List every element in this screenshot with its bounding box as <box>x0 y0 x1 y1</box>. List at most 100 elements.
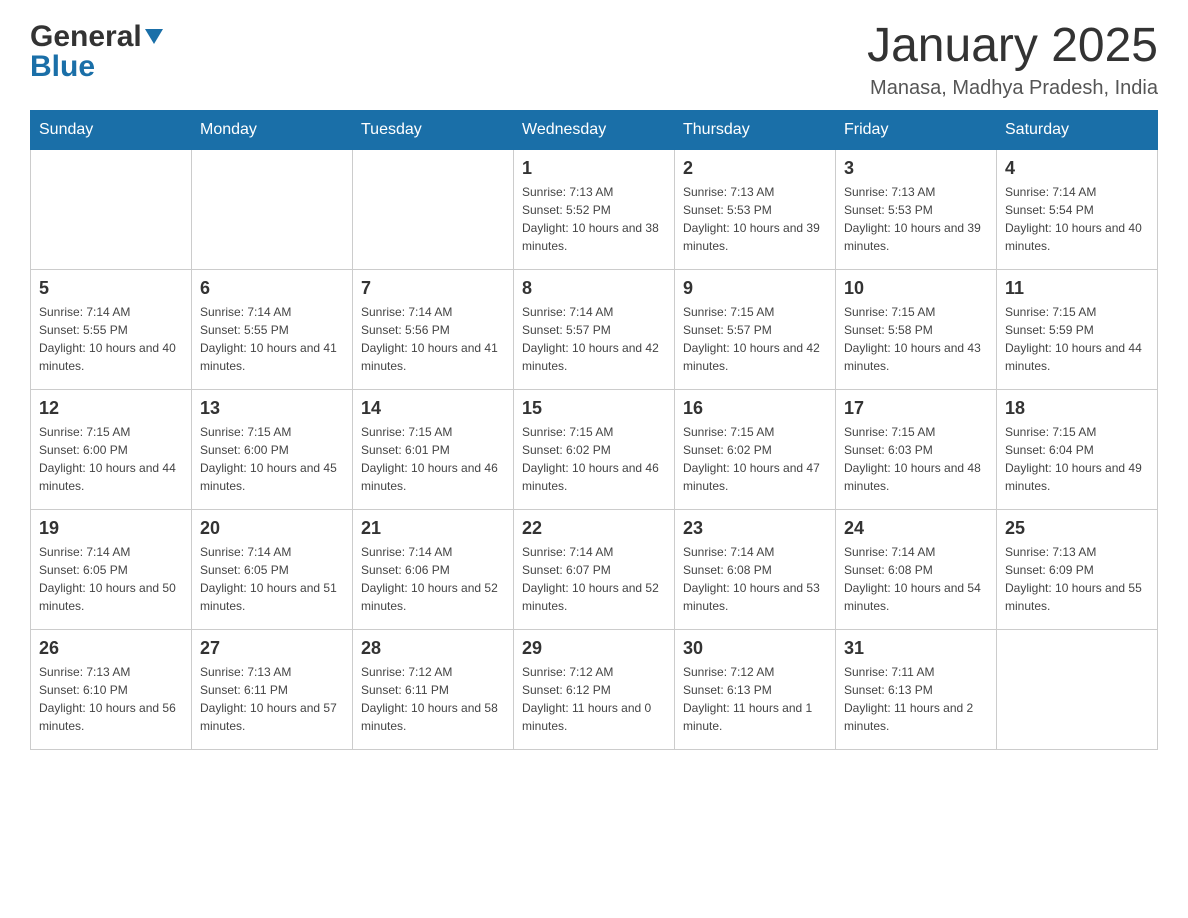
day-number: 15 <box>522 398 666 419</box>
calendar-day-20: 20 Sunrise: 7:14 AMSunset: 6:05 PMDayligh… <box>192 509 353 629</box>
day-info: Sunrise: 7:15 AMSunset: 6:02 PMDaylight:… <box>683 423 827 495</box>
day-number: 26 <box>39 638 183 659</box>
calendar-day-30: 30 Sunrise: 7:12 AMSunset: 6:13 PMDayligh… <box>675 629 836 749</box>
calendar-day-7: 7Sunrise: 7:14 AMSunset: 5:56 PMDaylight… <box>353 269 514 389</box>
day-number: 28 <box>361 638 505 659</box>
calendar-day-21: 21 Sunrise: 7:14 AMSunset: 6:06 PMDayligh… <box>353 509 514 629</box>
day-info: Sunrise: 7:12 AMSunset: 6:12 PMDaylight:… <box>522 663 666 735</box>
calendar-day-12: 12 Sunrise: 7:15 AMSunset: 6:00 PMDayligh… <box>31 389 192 509</box>
day-info: Sunrise: 7:15 AMSunset: 6:00 PMDaylight:… <box>200 423 344 495</box>
day-number: 2 <box>683 158 827 179</box>
calendar-day-6: 6 Sunrise: 7:14 AMSunset: 5:55 PMDaylight… <box>192 269 353 389</box>
month-title: January 2025 <box>867 20 1158 73</box>
empty-cell <box>353 149 514 269</box>
day-info: Sunrise: 7:12 AMSunset: 6:11 PMDaylight:… <box>361 663 505 735</box>
weekday-header-thursday: Thursday <box>675 110 836 149</box>
day-number: 4 <box>1005 158 1149 179</box>
calendar-table: SundayMondayTuesdayWednesdayThursdayFrid… <box>30 110 1158 750</box>
day-number: 11 <box>1005 278 1149 299</box>
empty-cell <box>997 629 1158 749</box>
calendar-day-17: 17 Sunrise: 7:15 AMSunset: 6:03 PMDayligh… <box>836 389 997 509</box>
day-number: 5 <box>39 278 183 299</box>
day-number: 12 <box>39 398 183 419</box>
calendar-day-26: 26Sunrise: 7:13 AMSunset: 6:10 PMDayligh… <box>31 629 192 749</box>
day-info: Sunrise: 7:14 AMSunset: 6:08 PMDaylight:… <box>844 543 988 615</box>
day-number: 20 <box>200 518 344 539</box>
calendar-day-5: 5Sunrise: 7:14 AMSunset: 5:55 PMDaylight… <box>31 269 192 389</box>
calendar-day-31: 31Sunrise: 7:11 AMSunset: 6:13 PMDayligh… <box>836 629 997 749</box>
day-info: Sunrise: 7:14 AMSunset: 5:57 PMDaylight:… <box>522 303 666 375</box>
day-info: Sunrise: 7:14 AMSunset: 5:55 PMDaylight:… <box>200 303 344 375</box>
day-number: 18 <box>1005 398 1149 419</box>
day-number: 30 <box>683 638 827 659</box>
calendar-week-2: 5 Sunrise: 7:14 AMSunset: 5:55 PMDaylight… <box>31 269 1158 389</box>
calendar-week-3: 12 Sunrise: 7:15 AMSunset: 6:00 PMDayligh… <box>31 389 1158 509</box>
calendar-day-18: 18 Sunrise: 7:15 AMSunset: 6:04 PMDayligh… <box>997 389 1158 509</box>
calendar-day-27: 27Sunrise: 7:13 AMSunset: 6:11 PMDayligh… <box>192 629 353 749</box>
day-number: 21 <box>361 518 505 539</box>
weekday-header-sunday: Sunday <box>31 110 192 149</box>
logo-blue-text: Blue <box>30 50 95 84</box>
weekday-header-row: SundayMondayTuesdayWednesdayThursdayFrid… <box>31 110 1158 149</box>
day-info: Sunrise: 7:14 AMSunset: 6:05 PMDaylight:… <box>200 543 344 615</box>
day-number: 8 <box>522 278 666 299</box>
calendar-day-4: 4 Sunrise: 7:14 AMSunset: 5:54 PMDaylight… <box>997 149 1158 269</box>
day-number: 22 <box>522 518 666 539</box>
day-info: Sunrise: 7:12 AMSunset: 6:13 PMDaylight:… <box>683 663 827 735</box>
calendar-day-13: 13 Sunrise: 7:15 AMSunset: 6:00 PMDayligh… <box>192 389 353 509</box>
logo-triangle-icon <box>145 29 163 44</box>
day-info: Sunrise: 7:14 AMSunset: 5:56 PMDaylight:… <box>361 303 505 375</box>
calendar-day-10: 10Sunrise: 7:15 AMSunset: 5:58 PMDayligh… <box>836 269 997 389</box>
empty-cell <box>192 149 353 269</box>
day-number: 17 <box>844 398 988 419</box>
day-number: 31 <box>844 638 988 659</box>
day-number: 14 <box>361 398 505 419</box>
day-number: 13 <box>200 398 344 419</box>
calendar-day-2: 2 Sunrise: 7:13 AMSunset: 5:53 PMDaylight… <box>675 149 836 269</box>
day-number: 3 <box>844 158 988 179</box>
title-section: January 2025 Manasa, Madhya Pradesh, Ind… <box>867 20 1158 100</box>
calendar-day-16: 16 Sunrise: 7:15 AMSunset: 6:02 PMDayligh… <box>675 389 836 509</box>
day-number: 25 <box>1005 518 1149 539</box>
weekday-header-friday: Friday <box>836 110 997 149</box>
logo: General Blue <box>30 20 163 84</box>
day-number: 6 <box>200 278 344 299</box>
day-number: 24 <box>844 518 988 539</box>
day-info: Sunrise: 7:14 AMSunset: 6:06 PMDaylight:… <box>361 543 505 615</box>
calendar-day-23: 23 Sunrise: 7:14 AMSunset: 6:08 PMDayligh… <box>675 509 836 629</box>
calendar-day-8: 8 Sunrise: 7:14 AMSunset: 5:57 PMDaylight… <box>514 269 675 389</box>
calendar-day-29: 29 Sunrise: 7:12 AMSunset: 6:12 PMDayligh… <box>514 629 675 749</box>
day-info: Sunrise: 7:15 AMSunset: 6:03 PMDaylight:… <box>844 423 988 495</box>
logo-general-text: General <box>30 20 142 54</box>
calendar-day-25: 25Sunrise: 7:13 AMSunset: 6:09 PMDayligh… <box>997 509 1158 629</box>
location-subtitle: Manasa, Madhya Pradesh, India <box>867 77 1158 100</box>
day-info: Sunrise: 7:14 AMSunset: 6:08 PMDaylight:… <box>683 543 827 615</box>
day-number: 9 <box>683 278 827 299</box>
calendar-day-3: 3Sunrise: 7:13 AMSunset: 5:53 PMDaylight… <box>836 149 997 269</box>
day-number: 1 <box>522 158 666 179</box>
page-header: General Blue January 2025 Manasa, Madhya… <box>30 20 1158 100</box>
day-info: Sunrise: 7:13 AMSunset: 5:52 PMDaylight:… <box>522 183 666 255</box>
weekday-header-wednesday: Wednesday <box>514 110 675 149</box>
day-info: Sunrise: 7:14 AMSunset: 6:05 PMDaylight:… <box>39 543 183 615</box>
day-info: Sunrise: 7:15 AMSunset: 6:02 PMDaylight:… <box>522 423 666 495</box>
day-number: 23 <box>683 518 827 539</box>
calendar-day-9: 9Sunrise: 7:15 AMSunset: 5:57 PMDaylight… <box>675 269 836 389</box>
day-info: Sunrise: 7:14 AMSunset: 5:54 PMDaylight:… <box>1005 183 1149 255</box>
calendar-day-11: 11 Sunrise: 7:15 AMSunset: 5:59 PMDayligh… <box>997 269 1158 389</box>
day-number: 10 <box>844 278 988 299</box>
weekday-header-monday: Monday <box>192 110 353 149</box>
day-info: Sunrise: 7:15 AMSunset: 5:59 PMDaylight:… <box>1005 303 1149 375</box>
calendar-day-1: 1 Sunrise: 7:13 AMSunset: 5:52 PMDaylight… <box>514 149 675 269</box>
calendar-day-22: 22 Sunrise: 7:14 AMSunset: 6:07 PMDayligh… <box>514 509 675 629</box>
day-number: 16 <box>683 398 827 419</box>
day-number: 29 <box>522 638 666 659</box>
day-info: Sunrise: 7:15 AMSunset: 6:00 PMDaylight:… <box>39 423 183 495</box>
calendar-day-28: 28 Sunrise: 7:12 AMSunset: 6:11 PMDayligh… <box>353 629 514 749</box>
day-info: Sunrise: 7:15 AMSunset: 6:04 PMDaylight:… <box>1005 423 1149 495</box>
calendar-day-15: 15 Sunrise: 7:15 AMSunset: 6:02 PMDayligh… <box>514 389 675 509</box>
day-info: Sunrise: 7:13 AMSunset: 6:11 PMDaylight:… <box>200 663 344 735</box>
day-info: Sunrise: 7:14 AMSunset: 6:07 PMDaylight:… <box>522 543 666 615</box>
day-info: Sunrise: 7:13 AMSunset: 5:53 PMDaylight:… <box>683 183 827 255</box>
weekday-header-tuesday: Tuesday <box>353 110 514 149</box>
